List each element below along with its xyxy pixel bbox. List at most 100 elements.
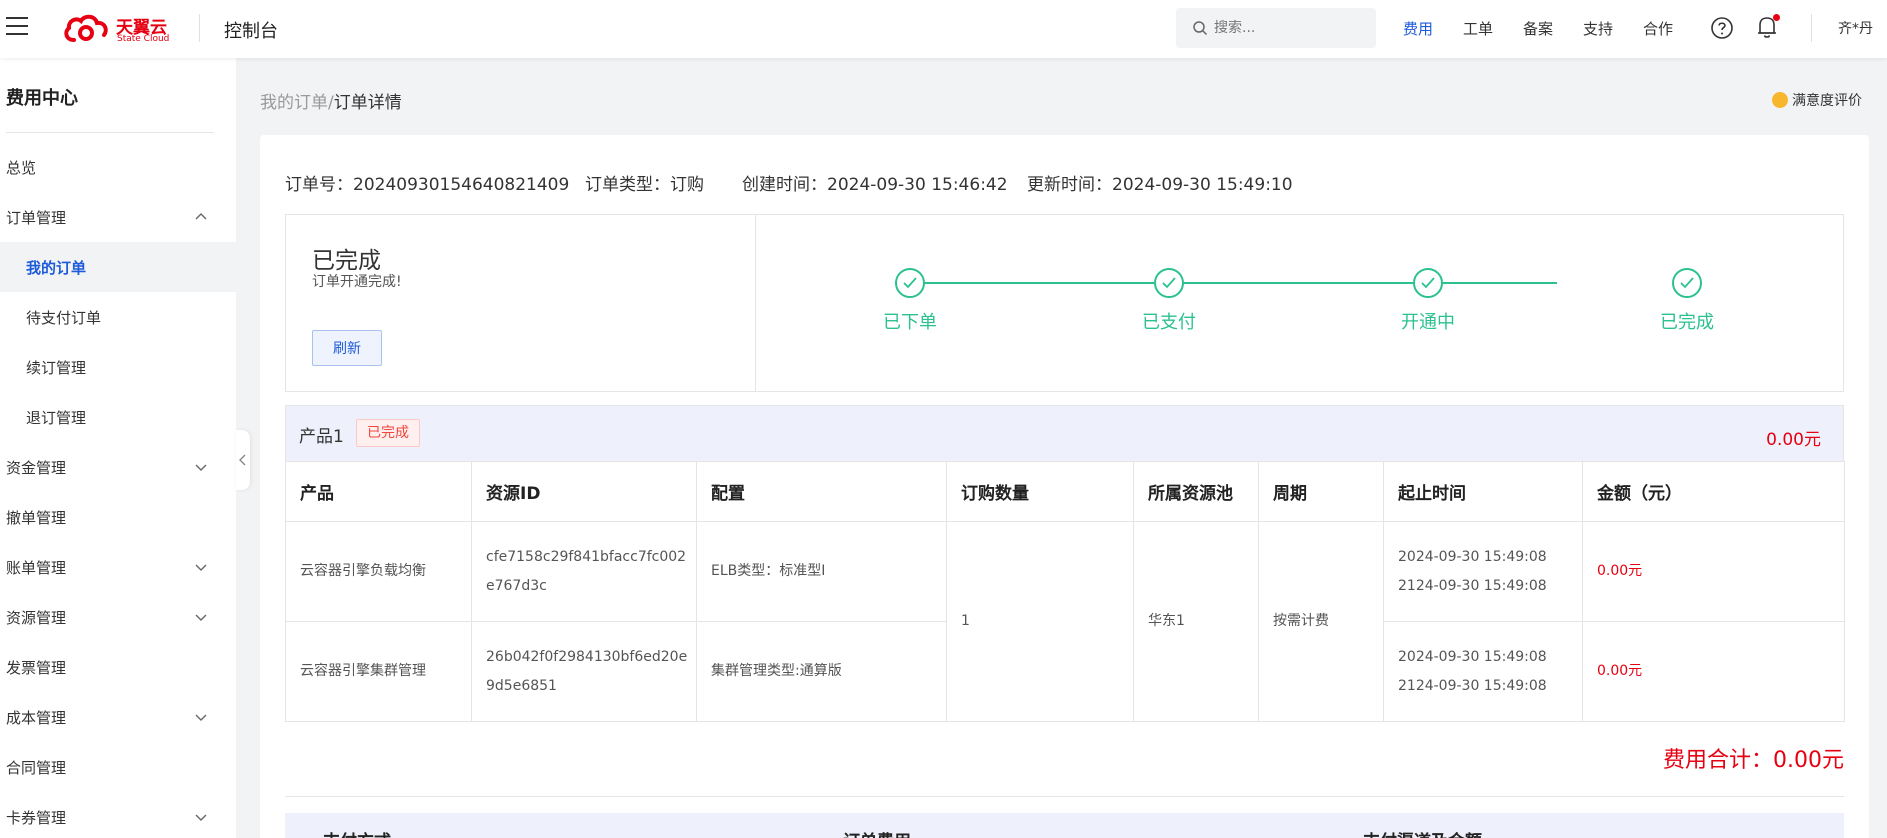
payment-table-header: 支付方式 订单费用 支付渠道及金额	[285, 813, 1844, 838]
user-name[interactable]: 齐*丹	[1838, 18, 1873, 38]
step-check-icon	[895, 268, 925, 298]
cloud-logo-icon	[64, 14, 108, 42]
divider	[199, 14, 200, 42]
refresh-button[interactable]: 刷新	[312, 330, 382, 366]
sidebar-item-label: 资源管理	[6, 609, 67, 627]
divider	[6, 132, 214, 133]
column-header: 周期	[1258, 461, 1384, 522]
sidebar-item-renewal[interactable]: 续订管理	[0, 342, 236, 392]
column-header: 支付方式	[323, 827, 391, 838]
updated-time: 更新时间：2024-09-30 15:49:10	[1027, 175, 1293, 195]
satisfaction-rating-button[interactable]: 满意度评价	[1772, 90, 1862, 110]
search-input[interactable]	[1214, 17, 1364, 39]
sidebar-item-resources[interactable]: 资源管理	[0, 592, 236, 642]
breadcrumb-parent[interactable]: 我的订单	[260, 93, 328, 113]
menu-icon[interactable]	[6, 17, 28, 37]
sidebar-item-cancellation[interactable]: 撤单管理	[0, 492, 236, 542]
step-label: 开通中	[1401, 312, 1455, 333]
sidebar-item-label: 资金管理	[6, 459, 67, 477]
column-header: 资源ID	[471, 461, 697, 522]
step-check-icon	[1154, 268, 1184, 298]
step-check-icon	[1672, 268, 1702, 298]
chevron-down-icon	[195, 614, 207, 621]
sidebar-item-funds[interactable]: 资金管理	[0, 442, 236, 492]
chevron-down-icon	[195, 464, 207, 471]
sidebar-item-pending-orders[interactable]: 待支付订单	[0, 292, 236, 342]
sidebar-collapse-handle[interactable]	[236, 430, 250, 490]
column-header: 订购数量	[946, 461, 1134, 522]
amount-cell: 0.00元	[1582, 521, 1845, 622]
product-name: 产品1	[299, 427, 344, 447]
resource-pool-cell: 华东1	[1133, 521, 1259, 722]
product-amount: 0.00元	[1766, 430, 1821, 450]
nav-fees[interactable]: 费用	[1403, 18, 1433, 39]
status-summary: 已完成 订单开通完成! 刷新	[286, 215, 756, 391]
sidebar-item-label: 我的订单	[26, 259, 87, 277]
logo[interactable]: 天翼云 State Cloud	[62, 12, 174, 46]
column-header: 订单费用	[843, 827, 911, 838]
order-items-table: 产品 资源ID 配置 订购数量 所属资源池 周期 起止时间 金额（元） 云容器引…	[285, 461, 1845, 722]
time-range-cell: 2024-09-30 15:49:08 2124-09-30 15:49:08	[1383, 621, 1583, 722]
column-header: 配置	[696, 461, 947, 522]
sidebar-item-bills[interactable]: 账单管理	[0, 542, 236, 592]
end-time: 2124-09-30 15:49:08	[1398, 577, 1547, 594]
resource-id-cell: cfe7158c29f841bfacc7fc002e767d3c	[471, 521, 697, 622]
sidebar-item-label: 退订管理	[26, 409, 87, 427]
sidebar-item-label: 续订管理	[26, 359, 87, 377]
step-label: 已完成	[1660, 312, 1714, 333]
top-bar: 天翼云 State Cloud 控制台 费用 工单 备案 支持 合作 齐*丹	[0, 0, 1887, 58]
sidebar-item-my-orders[interactable]: 我的订单	[0, 242, 236, 292]
sidebar-item-contracts[interactable]: 合同管理	[0, 742, 236, 792]
order-type: 订单类型：订购	[585, 175, 704, 195]
nav-tickets[interactable]: 工单	[1463, 18, 1493, 39]
search-icon	[1193, 21, 1208, 36]
time-range-cell: 2024-09-30 15:49:08 2124-09-30 15:49:08	[1383, 521, 1583, 622]
search-box[interactable]	[1176, 8, 1376, 48]
sidebar-item-invoices[interactable]: 发票管理	[0, 642, 236, 692]
sidebar: 费用中心 总览 订单管理 我的订单 待支付订单 续订管理 退订管理 资金管理 撤…	[0, 58, 236, 838]
table-row: 云容器引擎负载均衡 cfe7158c29f841bfacc7fc002e767d…	[285, 521, 1845, 722]
sidebar-item-label: 合同管理	[6, 759, 67, 777]
period-cell: 按需计费	[1258, 521, 1384, 722]
quantity-cell: 1	[946, 521, 1134, 722]
divider	[285, 796, 1844, 797]
sidebar-item-label: 卡券管理	[6, 809, 67, 827]
smile-icon	[1772, 92, 1788, 108]
chevron-down-icon	[195, 564, 207, 571]
resource-id-cell: 26b042f0f2984130bf6ed20e9d5e6851	[471, 621, 697, 722]
created-time: 创建时间：2024-09-30 15:46:42	[742, 175, 1008, 195]
progress-line	[910, 282, 1557, 284]
status-box: 已完成 订单开通完成! 刷新 已下单 已支付 开通中 已完成	[285, 214, 1844, 392]
nav-support[interactable]: 支持	[1583, 18, 1613, 39]
sidebar-item-cost[interactable]: 成本管理	[0, 692, 236, 742]
step-label: 已下单	[883, 312, 937, 333]
chevron-down-icon	[195, 814, 207, 821]
total-cost: 费用合计：0.00元	[1663, 748, 1844, 773]
sidebar-title: 费用中心	[6, 88, 78, 109]
status-title: 已完成	[312, 248, 381, 274]
console-title[interactable]: 控制台	[224, 17, 278, 43]
status-subtitle: 订单开通完成!	[312, 274, 402, 290]
column-header: 金额（元）	[1582, 461, 1845, 522]
help-icon[interactable]	[1710, 16, 1734, 40]
notification-dot	[1773, 14, 1780, 21]
sidebar-item-label: 总览	[6, 159, 37, 177]
nav-filing[interactable]: 备案	[1523, 18, 1553, 39]
start-time: 2024-09-30 15:49:08	[1398, 548, 1547, 565]
nav-partner[interactable]: 合作	[1643, 18, 1673, 39]
table-header-row: 产品 资源ID 配置 订购数量 所属资源池 周期 起止时间 金额（元）	[285, 461, 1845, 522]
sidebar-item-orders[interactable]: 订单管理	[0, 192, 236, 242]
divider	[1811, 14, 1812, 42]
sidebar-item-unsubscribe[interactable]: 退订管理	[0, 392, 236, 442]
breadcrumb-current: 订单详情	[333, 93, 402, 113]
chevron-up-icon	[195, 213, 207, 220]
breadcrumb: 我的订单/订单详情	[260, 88, 402, 113]
config-cell: ELB类型：标准型I	[696, 521, 947, 622]
sidebar-item-overview[interactable]: 总览	[0, 142, 236, 192]
product-header: 产品1 已完成 0.00元	[285, 405, 1844, 461]
product-cell: 云容器引擎集群管理	[285, 621, 472, 722]
rating-label: 满意度评价	[1792, 93, 1862, 109]
end-time: 2124-09-30 15:49:08	[1398, 677, 1547, 694]
column-header: 起止时间	[1383, 461, 1583, 522]
sidebar-item-coupons[interactable]: 卡券管理	[0, 792, 236, 838]
